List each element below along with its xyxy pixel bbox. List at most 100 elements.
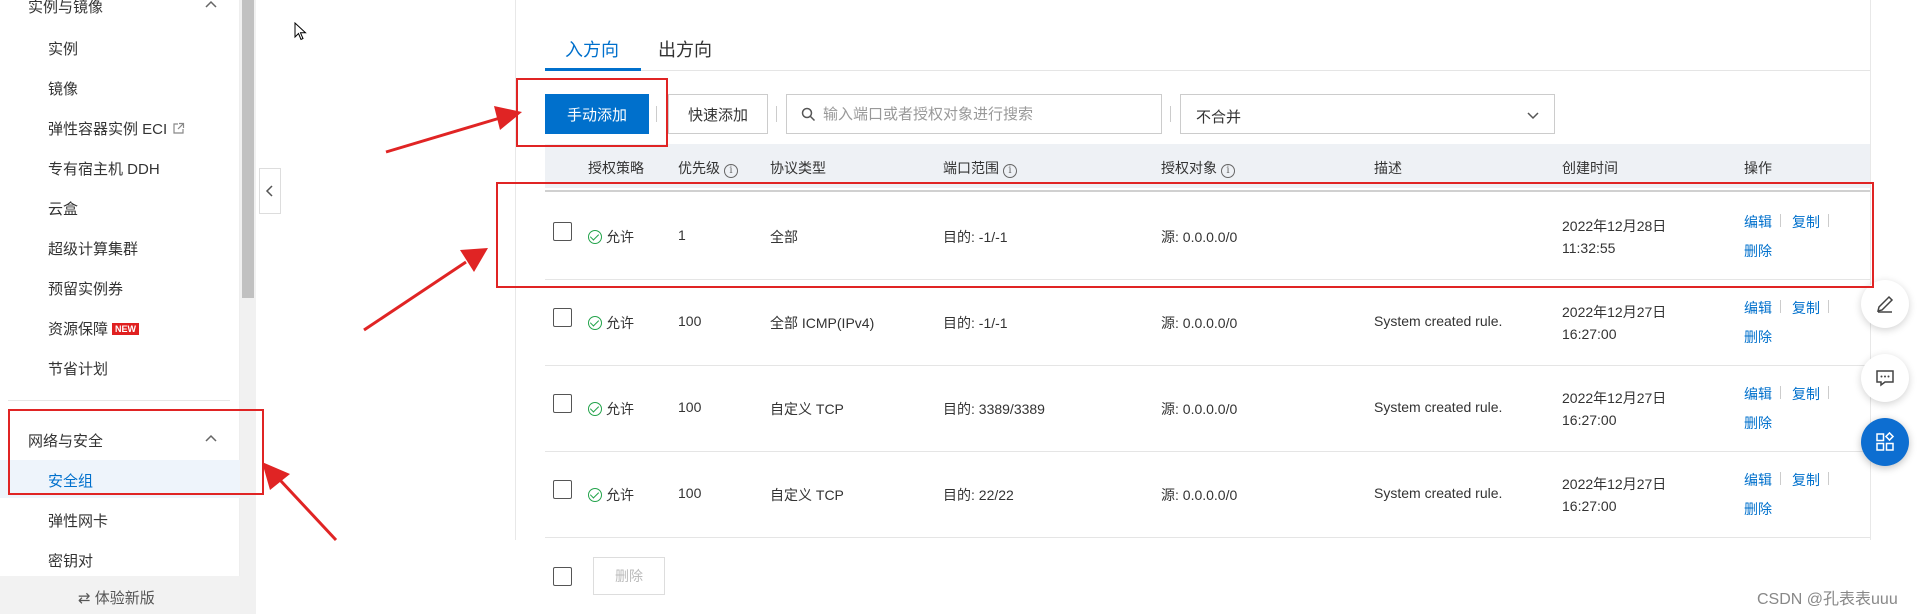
check-circle-icon xyxy=(588,488,602,502)
created-time-cell: 16:27:00 xyxy=(1562,412,1617,428)
apps-grid-icon xyxy=(1876,431,1895,451)
sidebar-group-instances-title[interactable]: 实例与镜像 xyxy=(28,0,103,17)
chevron-down-icon xyxy=(1527,112,1539,120)
action-separator xyxy=(1780,300,1781,313)
info-icon[interactable]: i xyxy=(1003,164,1017,178)
port-cell: 目的: 22/22 xyxy=(943,487,1014,503)
sidebar-item-cloudbox[interactable]: 云盒 xyxy=(48,198,78,219)
column-header-port: 端口范围 i xyxy=(943,158,1017,178)
policy-label: 允许 xyxy=(606,315,634,331)
annotation-arrow xyxy=(363,248,488,332)
created-date-cell: 2022年12月27日 xyxy=(1562,390,1667,406)
action-separator xyxy=(1828,472,1829,485)
sidebar-item-keypair[interactable]: 密钥对 xyxy=(48,550,93,571)
column-header-port-label: 端口范围 xyxy=(943,160,999,176)
sidebar-item-resource-assurance-label: 资源保障 xyxy=(48,321,109,338)
sidebar-item-eci[interactable]: 弹性容器实例 ECI xyxy=(48,118,185,139)
copy-link[interactable]: 复制 xyxy=(1792,384,1820,404)
info-icon[interactable]: i xyxy=(1221,164,1235,178)
row-divider xyxy=(545,451,1870,452)
tab-outbound[interactable]: 出方向 xyxy=(658,36,712,62)
column-header-source: 授权对象 i xyxy=(1161,158,1235,178)
edit-link[interactable]: 编辑 xyxy=(1744,384,1772,404)
created-time-cell: 16:27:00 xyxy=(1562,326,1617,342)
sidebar-item-savings-plan[interactable]: 节省计划 xyxy=(48,358,108,379)
action-separator xyxy=(1780,472,1781,485)
policy-cell: 允许 xyxy=(588,399,634,419)
created-date-cell: 2022年12月27日 xyxy=(1562,476,1667,492)
port-cell: 目的: 3389/3389 xyxy=(943,401,1045,417)
sidebar-item-image[interactable]: 镜像 xyxy=(48,78,78,99)
priority-cell: 100 xyxy=(678,399,702,415)
row-checkbox[interactable] xyxy=(553,308,572,327)
try-new-version-label: ⇄ 体验新版 xyxy=(78,590,155,607)
tabs-divider xyxy=(545,70,1870,71)
external-link-icon xyxy=(173,122,185,134)
check-circle-icon xyxy=(588,316,602,330)
annotation-box-manual-add xyxy=(516,78,668,147)
merge-select-value: 不合并 xyxy=(1196,109,1242,126)
edit-link[interactable]: 编辑 xyxy=(1744,470,1772,490)
source-cell: 源: 0.0.0.0/0 xyxy=(1161,401,1238,417)
annotation-arrow xyxy=(262,462,338,542)
sidebar-item-supercomputing[interactable]: 超级计算集群 xyxy=(48,238,138,259)
check-circle-icon xyxy=(588,402,602,416)
sidebar-item-instance[interactable]: 实例 xyxy=(48,38,78,59)
tab-inbound[interactable]: 入方向 xyxy=(565,36,619,62)
quick-add-button[interactable]: 快速添加 xyxy=(668,94,768,134)
created-date-cell: 2022年12月27日 xyxy=(1562,304,1667,320)
protocol-cell: 自定义 TCP xyxy=(770,401,844,417)
sidebar-item-eci-label: 弹性容器实例 ECI xyxy=(48,121,168,138)
toolbar-separator xyxy=(776,106,777,122)
sidebar-scrollbar-thumb[interactable] xyxy=(242,0,254,298)
bulk-delete-button[interactable]: 删除 xyxy=(593,557,665,595)
copy-link[interactable]: 复制 xyxy=(1792,298,1820,318)
chevron-left-icon xyxy=(265,185,273,197)
edit-link[interactable]: 编辑 xyxy=(1744,298,1772,318)
policy-label: 允许 xyxy=(606,487,634,503)
chat-button[interactable] xyxy=(1861,354,1909,402)
select-all-checkbox[interactable] xyxy=(553,567,572,586)
tab-active-indicator xyxy=(545,68,641,71)
priority-cell: 100 xyxy=(678,485,702,501)
action-separator xyxy=(1828,386,1829,399)
watermark: CSDN @孔表表uuu xyxy=(1757,591,1898,608)
annotation-arrow xyxy=(385,106,522,154)
annotation-box-new-rule xyxy=(496,182,1874,288)
search-box[interactable] xyxy=(786,94,1162,134)
search-input[interactable] xyxy=(823,95,1153,133)
column-header-policy: 授权策略 xyxy=(588,160,644,176)
apps-button[interactable] xyxy=(1861,418,1909,466)
sidebar-item-eni[interactable]: 弹性网卡 xyxy=(48,510,108,531)
port-cell: 目的: -1/-1 xyxy=(943,315,1008,331)
chevron-up-icon[interactable] xyxy=(204,0,218,12)
row-checkbox[interactable] xyxy=(553,394,572,413)
column-header-actions: 操作 xyxy=(1744,160,1772,176)
delete-link[interactable]: 删除 xyxy=(1744,413,1772,433)
source-cell: 源: 0.0.0.0/0 xyxy=(1161,315,1238,331)
row-checkbox[interactable] xyxy=(553,480,572,499)
merge-select[interactable]: 不合并 xyxy=(1180,94,1555,134)
sidebar-divider xyxy=(8,400,230,401)
policy-label: 允许 xyxy=(606,401,634,417)
try-new-version-button[interactable]: ⇄ 体验新版 xyxy=(0,576,240,614)
column-header-source-label: 授权对象 xyxy=(1161,160,1217,176)
collapse-sidebar-button[interactable] xyxy=(259,168,281,214)
protocol-cell: 全部 ICMP(IPv4) xyxy=(770,315,875,331)
copy-link[interactable]: 复制 xyxy=(1792,470,1820,490)
sidebar-item-resource-assurance[interactable]: 资源保障 NEW xyxy=(48,318,140,339)
row-divider xyxy=(545,365,1870,366)
row-divider xyxy=(545,537,1870,538)
info-icon[interactable]: i xyxy=(724,164,738,178)
sidebar-item-reserved[interactable]: 预留实例券 xyxy=(48,278,123,299)
description-cell: System created rule. xyxy=(1374,399,1503,415)
sidebar-item-ddh[interactable]: 专有宿主机 DDH xyxy=(48,158,160,179)
policy-cell: 允许 xyxy=(588,313,634,333)
created-time-cell: 16:27:00 xyxy=(1562,498,1617,514)
column-header-protocol: 协议类型 xyxy=(770,160,826,176)
search-icon xyxy=(801,107,816,122)
mouse-cursor-icon xyxy=(294,22,307,41)
delete-link[interactable]: 删除 xyxy=(1744,327,1772,347)
delete-link[interactable]: 删除 xyxy=(1744,499,1772,519)
action-separator xyxy=(1780,386,1781,399)
